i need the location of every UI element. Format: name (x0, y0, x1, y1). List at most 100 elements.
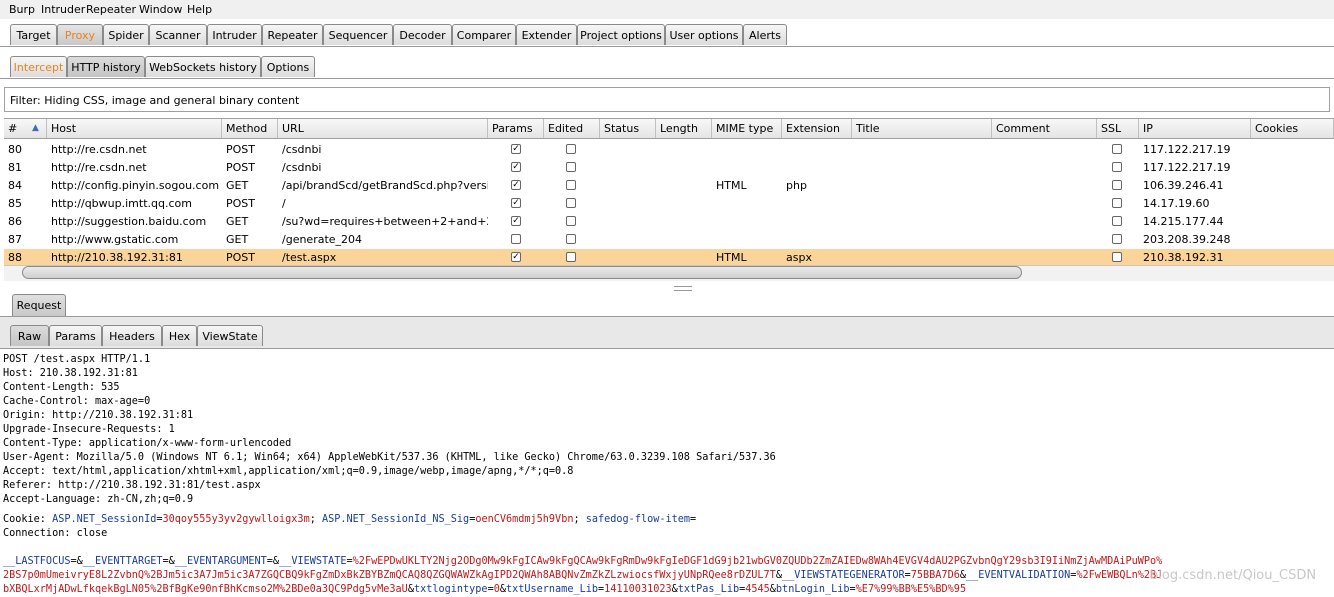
ssl-checkbox[interactable] (1112, 198, 1122, 208)
col-title[interactable]: Title (852, 119, 992, 138)
col-mime-type[interactable]: MIME type (712, 119, 782, 138)
tab-target[interactable]: Target (10, 24, 57, 45)
params-checkbox[interactable]: ✓ (511, 162, 521, 172)
filter-bar[interactable]: Filter: Hiding CSS, image and general bi… (4, 87, 1330, 112)
tab-project-options[interactable]: Project options (577, 24, 665, 45)
tab-spider[interactable]: Spider (103, 24, 149, 45)
menu-intruder[interactable]: Intruder (41, 3, 85, 16)
edited-checkbox[interactable] (566, 144, 576, 154)
tab-decoder[interactable]: Decoder (393, 24, 452, 45)
table-row[interactable]: 81 http://re.csdn.net POST/csdnbi 117.122.2… (4, 159, 1334, 177)
edited-checkbox[interactable] (566, 234, 576, 244)
body-line: __LASTFOCUS=&__EVENTTARGET=&__EVENTARGUM… (3, 555, 1162, 569)
ssl-checkbox[interactable] (1112, 252, 1122, 262)
tab-intercept[interactable]: Intercept (10, 56, 67, 77)
tab-comparer[interactable]: Comparer (452, 24, 516, 45)
edited-checkbox[interactable] (566, 252, 576, 262)
tab-hex[interactable]: Hex (162, 325, 197, 346)
tab-scanner[interactable]: Scanner (149, 24, 207, 45)
menu-help[interactable]: Help (187, 3, 212, 16)
tab-headers[interactable]: Headers (102, 325, 162, 346)
col-length[interactable]: Length (656, 119, 712, 138)
tab-viewstate[interactable]: ViewState (197, 325, 263, 346)
param-name: txtlogintype (413, 584, 488, 595)
col-edited[interactable]: Edited (544, 119, 600, 138)
tab-websockets-history[interactable]: WebSockets history (145, 56, 261, 77)
col-url[interactable]: URL (278, 119, 488, 138)
params-checkbox[interactable]: ✓ (511, 144, 521, 154)
tab-raw[interactable]: Raw (10, 325, 49, 346)
row-mime (712, 195, 782, 213)
row-url: /generate_204 (282, 233, 363, 246)
table-row[interactable]: 86 http://suggestion.baidu.com GET/su?wd=r… (4, 213, 1334, 231)
params-checkbox[interactable]: ✓ (511, 180, 521, 190)
col-method[interactable]: Method (222, 119, 278, 138)
params-checkbox[interactable]: ✓ (511, 252, 521, 262)
tab-http-history[interactable]: HTTP history (67, 56, 145, 77)
request-line: Cache-Control: max-age=0 (3, 396, 151, 407)
params-checkbox[interactable] (511, 234, 521, 244)
request-line: Content-Length: 535 (3, 382, 120, 393)
param-name: btnLogin_Lib (775, 584, 850, 595)
request-line: Content-Type: application/x-www-form-url… (3, 438, 292, 449)
table-header: # ▲ Host Method URL Params Edited Status … (4, 118, 1334, 139)
col-status[interactable]: Status (600, 119, 656, 138)
menu-window[interactable]: Window (139, 3, 182, 16)
watermark: blog.csdn.net/Qiou_CSDN (1150, 568, 1317, 583)
row-number: 80 (8, 143, 22, 156)
table-row[interactable]: 84 http://config.pinyin.sogou.com GET/api/… (4, 177, 1334, 195)
edited-checkbox[interactable] (566, 162, 576, 172)
col-extension[interactable]: Extension (782, 119, 852, 138)
tab-extender[interactable]: Extender (516, 24, 577, 45)
body-line: bXBQLxrMjADwLfkqekBgLN05%2BfBgKe90nfBhKc… (3, 583, 966, 597)
col-params[interactable]: Params (488, 119, 544, 138)
request-editor[interactable]: POST /test.aspx HTTP/1.1 Host: 210.38.192… (0, 348, 1334, 597)
splitter-handle[interactable] (674, 286, 692, 291)
param-value: 14110031023 (604, 584, 672, 595)
col-cookies[interactable]: Cookies (1251, 119, 1334, 138)
params-checkbox[interactable]: ✓ (511, 216, 521, 226)
param-value: oenCV6mdmj5h9Vbn (475, 514, 574, 525)
edited-checkbox[interactable] (566, 180, 576, 190)
ssl-checkbox[interactable] (1112, 144, 1122, 154)
edited-checkbox[interactable] (566, 198, 576, 208)
params-checkbox[interactable]: ✓ (511, 198, 521, 208)
table-row[interactable]: 87 http://www.gstatic.com GET/generate_204… (4, 231, 1334, 249)
row-method: GET (226, 179, 249, 192)
ssl-checkbox[interactable] (1112, 234, 1122, 244)
menu-repeater[interactable]: Repeater (86, 3, 136, 16)
separator: =& (266, 556, 280, 567)
col-number[interactable]: # ▲ (4, 119, 47, 138)
tab-intruder[interactable]: Intruder (207, 24, 262, 45)
ssl-checkbox[interactable] (1112, 216, 1122, 226)
table-row[interactable]: 80 http://re.csdn.net POST/csdnbi 117.122.2… (4, 141, 1334, 159)
menu-burp[interactable]: Burp (9, 3, 35, 16)
row-extension (782, 231, 852, 249)
request-line: Origin: http://210.38.192.31:81 (3, 410, 194, 421)
col-ssl[interactable]: SSL (1097, 119, 1139, 138)
request-line: User-Agent: Mozilla/5.0 (Windows NT 6.1;… (3, 452, 776, 463)
tab-sequencer[interactable]: Sequencer (323, 24, 393, 45)
edited-checkbox[interactable] (566, 216, 576, 226)
request-line: POST /test.aspx HTTP/1.1 (3, 354, 151, 365)
tab-options[interactable]: Options (261, 56, 315, 77)
ssl-checkbox[interactable] (1112, 162, 1122, 172)
tab-proxy[interactable]: Proxy (57, 24, 103, 45)
tab-params[interactable]: Params (49, 325, 102, 346)
row-host: http://qbwup.imtt.qq.com (51, 197, 192, 210)
param-value: 30qoy555y3yv2gywlloigx3m (162, 514, 310, 525)
separator: =& (70, 556, 83, 567)
row-url: / (282, 197, 286, 210)
row-method: GET (226, 215, 249, 228)
separator: =& (162, 556, 175, 567)
tab-request[interactable]: Request (12, 294, 66, 316)
tab-repeater[interactable]: Repeater (262, 24, 323, 45)
ssl-checkbox[interactable] (1112, 180, 1122, 190)
horizontal-scrollbar[interactable] (22, 266, 1022, 279)
table-row[interactable]: 85 http://qbwup.imtt.qq.com POST / 14.17.19.… (4, 195, 1334, 213)
col-host[interactable]: Host (47, 119, 222, 138)
tab-alerts[interactable]: Alerts (743, 24, 787, 45)
tab-user-options[interactable]: User options (665, 24, 743, 45)
col-comment[interactable]: Comment (992, 119, 1097, 138)
col-ip[interactable]: IP (1139, 119, 1251, 138)
